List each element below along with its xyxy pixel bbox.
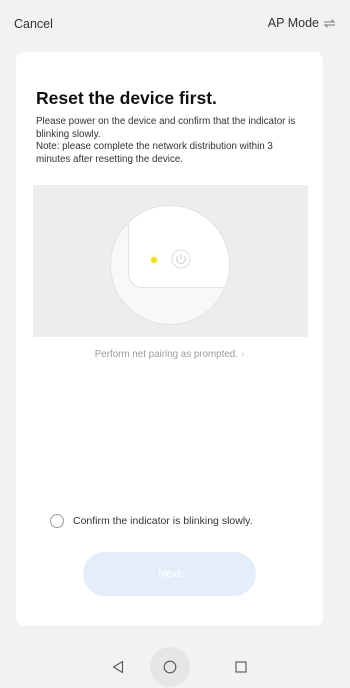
square-recents-icon [234,660,248,674]
triangle-back-icon [111,660,125,674]
ap-mode-label: AP Mode [267,16,319,30]
next-button[interactable]: Next [83,552,256,596]
circle-home-icon [163,660,177,674]
zoom-circle [110,205,230,325]
note-line: Note: please complete the network distri… [36,141,273,165]
pairing-prompt-link[interactable]: Perform net pairing as prompted. › [16,349,323,360]
cancel-button[interactable]: Cancel [14,17,53,31]
instruction-text: Please power on the device and confirm t… [36,116,306,166]
pairing-prompt-label: Perform net pairing as prompted. [94,349,238,360]
system-nav-bar [0,646,350,688]
chevron-right-icon: › [240,349,245,360]
reset-instructions-card: Reset the device first. Please power on … [16,52,323,626]
confirm-indicator-option[interactable]: Confirm the indicator is blinking slowly… [50,514,253,528]
page-title: Reset the device first. [36,88,217,108]
device-indicator-illustration [33,185,308,337]
indicator-light [151,257,157,263]
nav-home-button[interactable] [150,646,190,688]
device-outline [128,206,229,288]
confirm-radio[interactable] [50,514,64,528]
power-icon [171,249,191,269]
ap-mode-switch[interactable]: AP Mode [268,16,336,30]
confirm-label: Confirm the indicator is blinking slowly… [73,515,253,527]
swap-arrows-icon [323,18,336,28]
instruction-line: Please power on the device and confirm t… [36,116,296,140]
nav-recents-button[interactable] [221,646,261,688]
top-bar: Cancel AP Mode [0,0,350,48]
nav-back-button[interactable] [98,646,138,688]
